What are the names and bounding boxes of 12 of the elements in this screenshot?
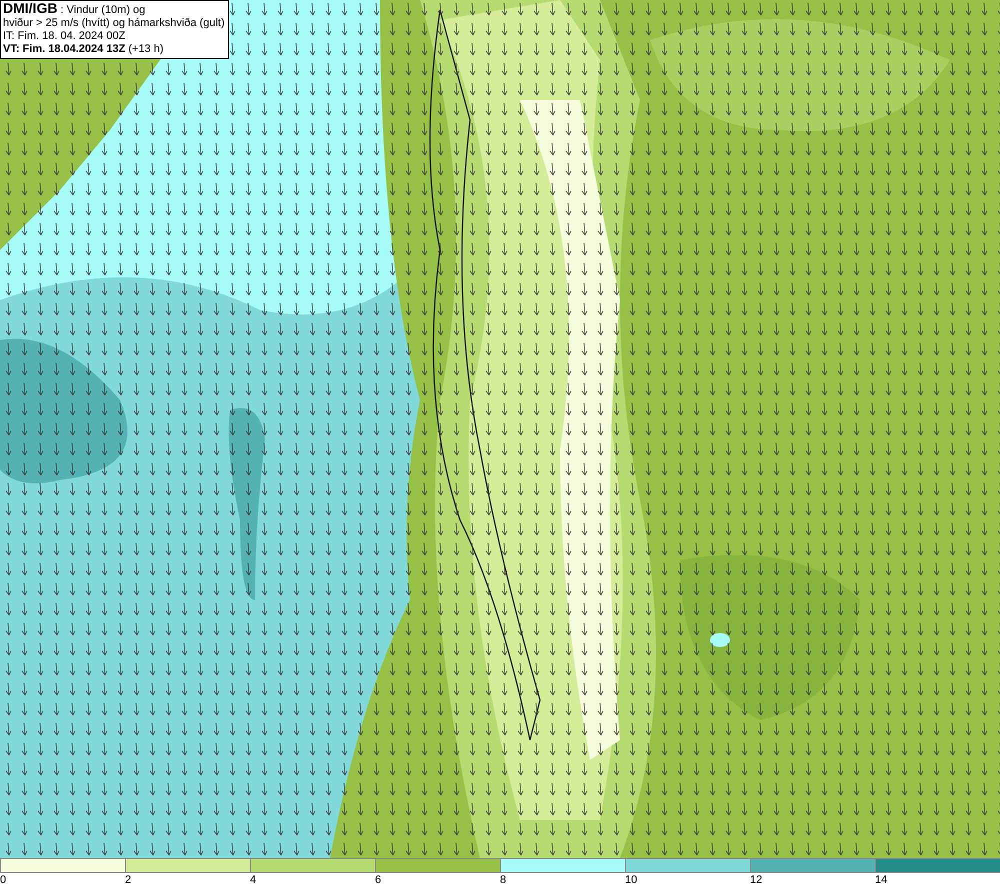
info-line: DMI/IGB : Vindur (10m) og (3, 2, 146, 17)
info-line: hviður > 25 m/s (hvítt) og hámarkshviða (gult) (3, 17, 225, 30)
legend-tick-label: 0 (0, 873, 6, 887)
legend-tick-label: 6 (375, 873, 382, 887)
legend-tick-label: 12 (750, 873, 762, 887)
legend-tick-label: 4 (250, 873, 256, 887)
legend-tick-label: 2 (125, 873, 132, 887)
info-line: VT: Fim. 18.04.2024 13Z (+13 h) (3, 43, 165, 56)
legend-tick-label: 8 (500, 873, 506, 887)
info-line: IT: Fim. 18. 04. 2024 00Z (3, 30, 126, 43)
legend-tick-label: 10 (625, 873, 638, 887)
legend-tick-label: 14 (875, 873, 888, 887)
